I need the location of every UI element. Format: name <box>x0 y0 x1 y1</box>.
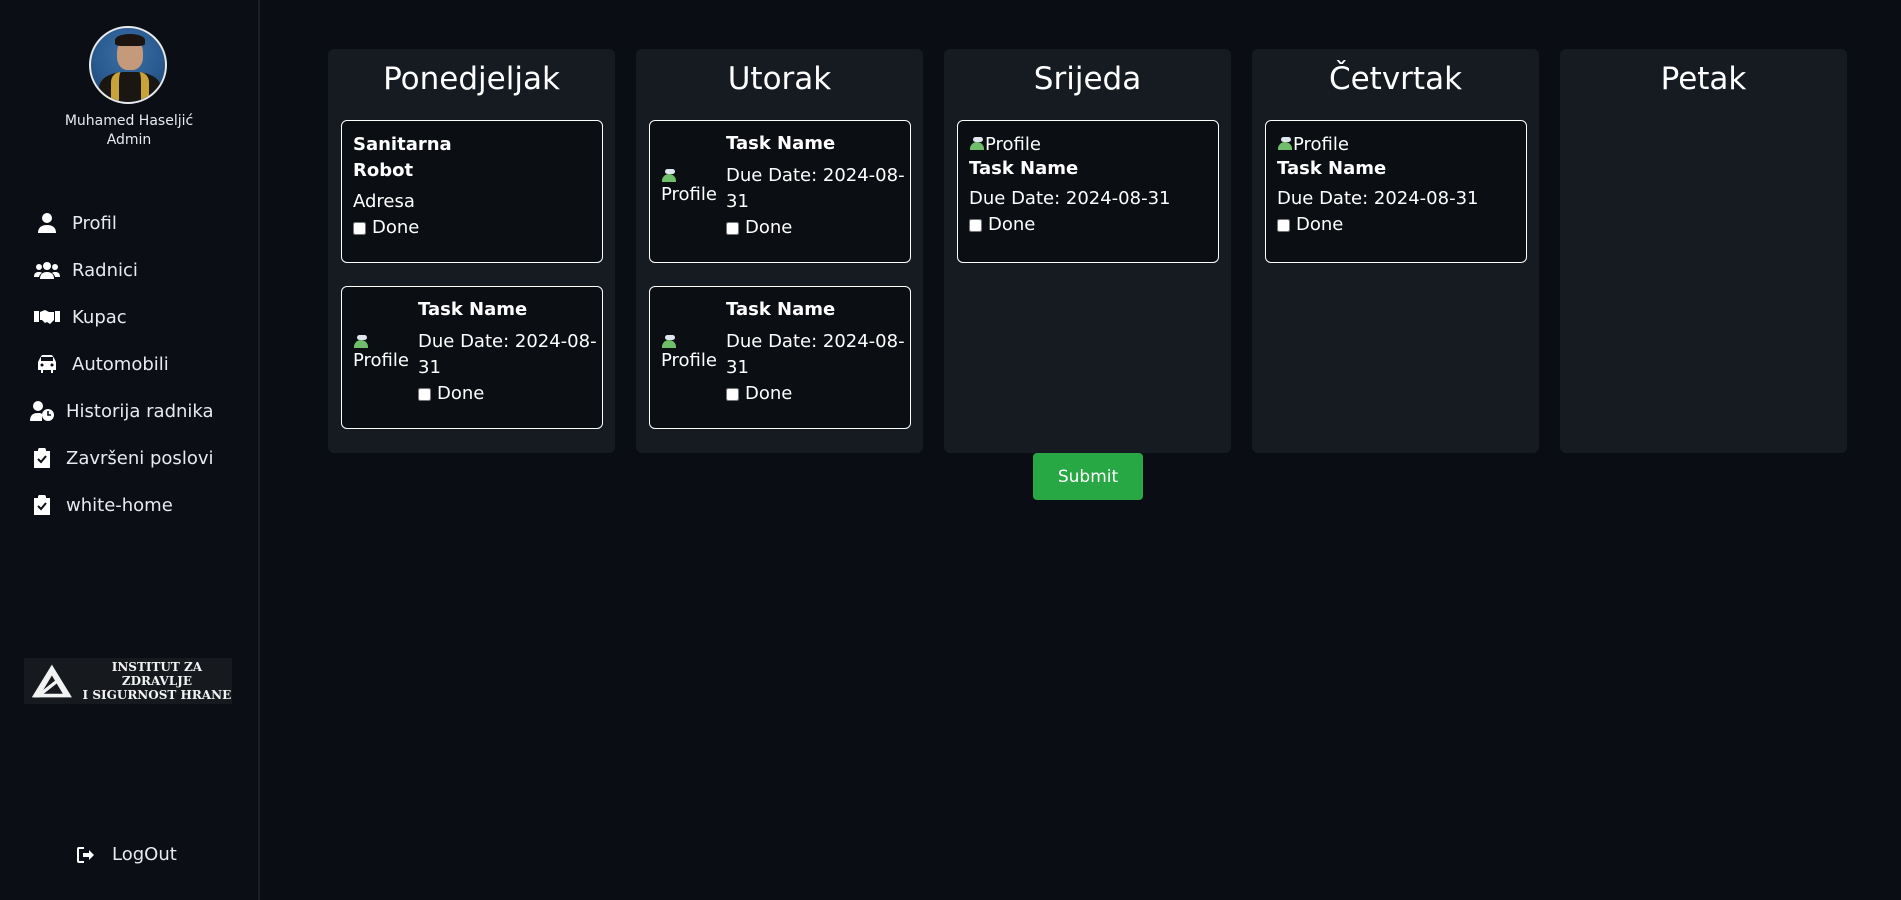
done-checkbox[interactable] <box>418 387 431 401</box>
done-checkbox[interactable] <box>726 387 739 401</box>
done-checkbox[interactable] <box>1277 218 1290 232</box>
broken-image-icon <box>661 334 677 350</box>
logo-line-2: I SIGURNOST HRANE <box>82 688 232 702</box>
triangle-logo-icon <box>31 664 72 698</box>
card-due-date-line-1: Due Date: 2024-08- <box>418 331 597 352</box>
done-checkbox[interactable] <box>969 218 982 232</box>
task-card[interactable]: Sanitarna Robot Adresa Done <box>341 120 603 263</box>
submit-button[interactable]: Submit <box>1033 453 1143 500</box>
done-checkbox-row[interactable]: Done <box>353 215 452 241</box>
sidebar-item-label: Kupac <box>72 306 127 328</box>
logout-button[interactable]: LogOut <box>76 844 177 865</box>
clipboard-check-icon <box>30 495 54 515</box>
broken-image-icon <box>969 136 985 152</box>
card-title: Task Name <box>1277 158 1387 179</box>
user-name: Muhamed Haseljić <box>64 113 194 129</box>
card-title: Task Name <box>969 158 1079 179</box>
card-due-date-line-2: 31 <box>418 357 441 378</box>
task-card[interactable]: Profile Task Name Due Date: 2024-08- 31 … <box>341 286 603 429</box>
institute-logo: INSTITUT ZA ZDRAVLJE I SIGURNOST HRANE <box>24 658 232 704</box>
done-checkbox-row[interactable]: Done <box>969 212 1209 238</box>
broken-image-icon <box>1277 136 1293 152</box>
profile-image: Profile <box>1277 134 1517 156</box>
sidebar-item-label: Profil <box>72 212 117 234</box>
profile-image: Profile <box>661 332 719 372</box>
broken-image-icon <box>661 168 677 184</box>
user-role: Admin <box>106 132 152 148</box>
profile-image: Profile <box>353 332 411 372</box>
done-label: Done <box>745 217 793 238</box>
done-label: Done <box>372 217 420 238</box>
task-card[interactable]: Profile Task Name Due Date: 2024-08- 31 … <box>649 286 911 429</box>
card-due-date-line-2: 31 <box>726 357 749 378</box>
sidebar-item-label: Historija radnika <box>66 400 214 422</box>
profile-image: Profile <box>661 166 719 206</box>
day-column-petak: Petak <box>1560 49 1847 453</box>
done-label: Done <box>437 383 485 404</box>
card-title: Task Name <box>726 299 836 320</box>
done-label: Done <box>1296 214 1344 235</box>
done-label: Done <box>745 383 793 404</box>
sidebar-item-profil[interactable]: Profil <box>30 209 117 237</box>
card-due-date-line-1: Due Date: 2024-08- <box>726 165 905 186</box>
day-column-utorak: Utorak Profile Task Name Due Date: 2024-… <box>636 49 923 453</box>
users-icon <box>30 260 64 280</box>
card-title-line-2: Robot <box>353 160 414 181</box>
day-column-srijeda: Srijeda Profile Task Name Due Date: 2024… <box>944 49 1231 453</box>
card-address: Adresa <box>353 191 415 212</box>
card-due-date: Due Date: 2024-08-31 <box>969 188 1171 209</box>
sidebar-item-label: Radnici <box>72 259 138 281</box>
user-clock-icon <box>30 401 54 421</box>
done-checkbox-row[interactable]: Done <box>726 215 908 241</box>
day-column-cetvrtak: Četvrtak Profile Task Name Due Date: 202… <box>1252 49 1539 453</box>
day-title: Ponedjeljak <box>383 61 560 97</box>
done-label: Done <box>988 214 1036 235</box>
card-title: Task Name <box>726 133 836 154</box>
card-title-line-1: Sanitarna <box>353 134 452 155</box>
card-due-date-line-2: 31 <box>726 191 749 212</box>
done-checkbox[interactable] <box>353 221 366 235</box>
day-title: Petak <box>1660 61 1747 97</box>
sidebar-item-kupac[interactable]: Kupac <box>30 303 127 331</box>
car-icon <box>30 354 64 374</box>
avatar[interactable] <box>89 26 167 104</box>
handshake-icon <box>30 307 64 327</box>
done-checkbox-row[interactable]: Done <box>1277 212 1517 238</box>
day-column-ponedjeljak: Ponedjeljak Sanitarna Robot Adresa Done … <box>328 49 615 453</box>
sidebar-item-white-home[interactable]: white-home <box>30 491 173 519</box>
task-card[interactable]: Profile Task Name Due Date: 2024-08-31 D… <box>957 120 1219 263</box>
logout-label: LogOut <box>112 844 177 865</box>
user-icon <box>30 213 64 233</box>
sidebar-item-zavrseni-poslovi[interactable]: Završeni poslovi <box>30 444 213 472</box>
done-checkbox-row[interactable]: Done <box>418 381 600 407</box>
task-card[interactable]: Profile Task Name Due Date: 2024-08- 31 … <box>649 120 911 263</box>
task-card[interactable]: Profile Task Name Due Date: 2024-08-31 D… <box>1265 120 1527 263</box>
profile-image: Profile <box>969 134 1209 156</box>
sidebar: Muhamed Haseljić Admin Profil Radnici Ku… <box>0 0 260 900</box>
sidebar-item-label: white-home <box>66 494 173 516</box>
card-due-date-line-1: Due Date: 2024-08- <box>726 331 905 352</box>
day-title: Utorak <box>727 61 832 97</box>
logo-line-1: INSTITUT ZA ZDRAVLJE <box>111 660 203 688</box>
sidebar-item-label: Završeni poslovi <box>66 447 214 469</box>
done-checkbox-row[interactable]: Done <box>726 381 908 407</box>
day-title: Četvrtak <box>1328 61 1463 97</box>
day-title: Srijeda <box>1033 61 1142 97</box>
sidebar-item-historija-radnika[interactable]: Historija radnika <box>30 397 214 425</box>
card-due-date: Due Date: 2024-08-31 <box>1277 188 1479 209</box>
sidebar-item-automobili[interactable]: Automobili <box>30 350 169 378</box>
sidebar-item-radnici[interactable]: Radnici <box>30 256 138 284</box>
broken-image-icon <box>353 334 369 350</box>
done-checkbox[interactable] <box>726 221 739 235</box>
clipboard-check-icon <box>30 448 54 468</box>
sign-out-icon <box>76 845 98 865</box>
sidebar-item-label: Automobili <box>72 353 169 375</box>
card-title: Task Name <box>418 299 528 320</box>
